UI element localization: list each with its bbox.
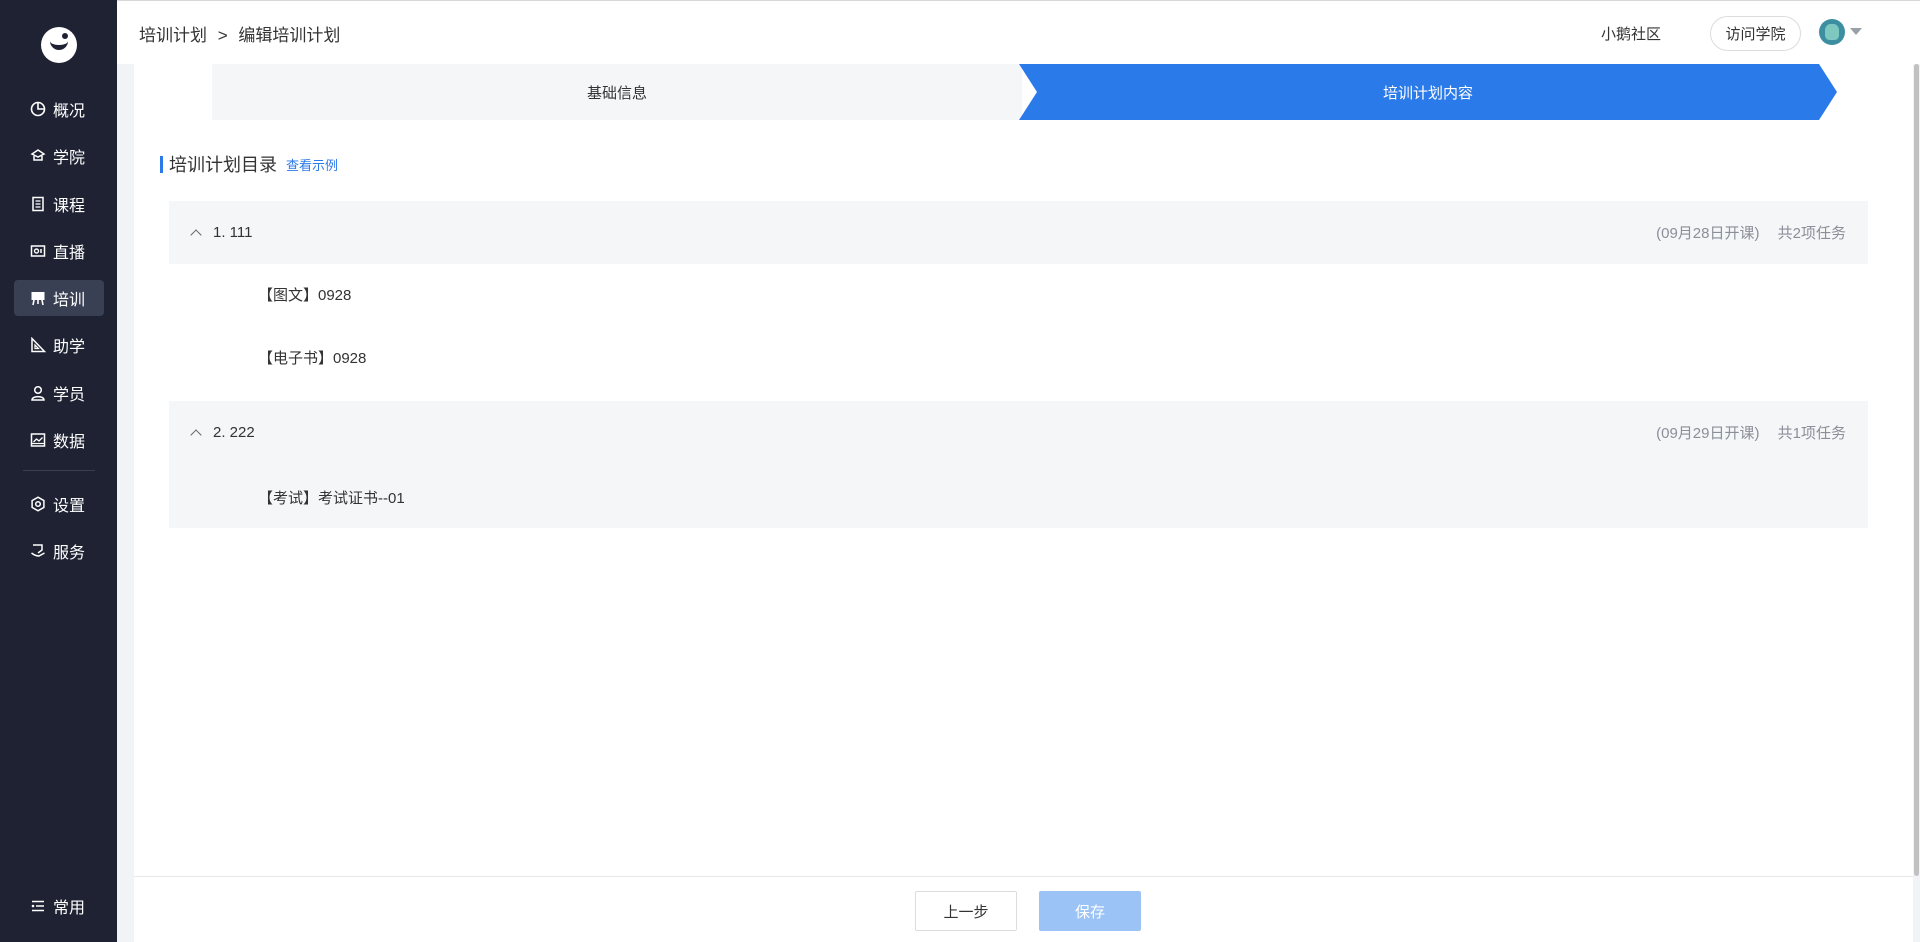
sidebar-item-study-aid[interactable]: 助学 (14, 327, 104, 363)
sidebar: 概况 学院 课程 直播 培训 助学 学员 数据 设置 服务 常用 (0, 0, 117, 942)
chapter-task-count: 共1项任务 (1777, 425, 1846, 442)
main-panel: 基础信息 培训计划内容 培训计划目录 查看示例 1. 111 (09月28日开课… (134, 64, 1913, 942)
sidebar-item-label: 助学 (53, 339, 86, 356)
sidebar-item-overview[interactable]: 概况 (14, 91, 104, 127)
student-icon (30, 385, 46, 401)
scrollbar-thumb[interactable] (1914, 64, 1919, 876)
avatar[interactable] (1819, 19, 1845, 45)
footer-bar: 上一步 保存 (134, 876, 1913, 942)
chevron-down-icon[interactable] (1850, 28, 1862, 35)
academy-icon (30, 148, 46, 164)
sidebar-item-label: 设置 (53, 498, 86, 515)
sidebar-item-label: 培训 (53, 292, 86, 309)
sidebar-item-live[interactable]: 直播 (14, 233, 104, 269)
sidebar-item-course[interactable]: 课程 (14, 186, 104, 222)
sidebar-item-label: 服务 (53, 545, 86, 562)
sidebar-item-student[interactable]: 学员 (14, 375, 104, 411)
chapter-title: 1. 111 (213, 224, 253, 241)
chapter-tasks: 【考试】考试证书--01 (169, 464, 1868, 528)
community-link[interactable]: 小鹅社区 (1601, 23, 1661, 44)
study-aid-icon (30, 337, 46, 353)
overview-icon (30, 101, 46, 117)
sidebar-item-label: 课程 (53, 198, 86, 215)
breadcrumb: 培训计划 > 编辑培训计划 (139, 21, 340, 46)
list-icon (30, 898, 46, 914)
chapter-start-date: (09月29日开课) (1656, 425, 1760, 442)
data-icon (30, 432, 46, 448)
step-plan-content[interactable]: 培训计划内容 (1019, 64, 1837, 120)
chapter-tasks: 【图文】0928 【电子书】0928 (169, 264, 1868, 401)
step-basic-info[interactable]: 基础信息 (212, 64, 1022, 120)
save-button[interactable]: 保存 (1039, 891, 1141, 931)
chapter-meta: (09月29日开课) 共1项任务 (1656, 422, 1846, 443)
task-item[interactable]: 【图文】0928 (258, 284, 351, 305)
breadcrumb-current: 编辑培训计划 (238, 26, 341, 45)
previous-step-button[interactable]: 上一步 (915, 891, 1017, 931)
section-title: 培训计划目录 查看示例 (160, 154, 338, 175)
chevron-up-icon[interactable] (191, 228, 201, 238)
course-icon (30, 196, 46, 212)
sidebar-item-label: 直播 (53, 245, 86, 262)
chapter-meta: (09月28日开课) 共2项任务 (1656, 222, 1846, 243)
breadcrumb-separator: > (217, 26, 228, 45)
sidebar-item-service[interactable]: 服务 (14, 533, 104, 569)
sidebar-item-settings[interactable]: 设置 (14, 486, 104, 522)
chapter-header[interactable]: 2. 222 (09月29日开课) 共1项任务 (169, 401, 1868, 464)
sidebar-item-label: 学员 (53, 387, 86, 404)
sidebar-item-label: 概况 (53, 103, 86, 120)
chapter-title: 2. 222 (213, 424, 255, 441)
view-example-link[interactable]: 查看示例 (286, 155, 338, 174)
sidebar-item-data[interactable]: 数据 (14, 422, 104, 458)
sidebar-item-training[interactable]: 培训 (14, 280, 104, 316)
sidebar-item-label: 常用 (53, 900, 86, 917)
sidebar-item-common[interactable]: 常用 (14, 888, 104, 924)
chapter-task-count: 共2项任务 (1777, 225, 1846, 242)
steps-bar: 基础信息 培训计划内容 (212, 64, 1837, 120)
section-title-text: 培训计划目录 (169, 155, 277, 175)
settings-icon (30, 496, 46, 512)
task-item[interactable]: 【电子书】0928 (258, 347, 366, 368)
chapter-start-date: (09月28日开课) (1656, 225, 1760, 242)
sidebar-divider (23, 470, 95, 471)
visit-academy-button[interactable]: 访问学院 (1710, 16, 1801, 51)
task-item[interactable]: 【考试】考试证书--01 (258, 487, 405, 508)
chapter-header[interactable]: 1. 111 (09月28日开课) 共2项任务 (169, 201, 1868, 264)
training-icon (30, 290, 46, 306)
sidebar-item-label: 学院 (53, 150, 86, 167)
breadcrumb-parent[interactable]: 培训计划 (139, 26, 207, 45)
live-icon (30, 243, 46, 259)
logo[interactable] (41, 27, 77, 63)
title-accent-bar (160, 155, 163, 173)
sidebar-item-label: 数据 (53, 434, 86, 451)
logo-dot (62, 33, 68, 39)
service-icon (30, 543, 46, 559)
chevron-up-icon[interactable] (191, 428, 201, 438)
header: 培训计划 > 编辑培训计划 小鹅社区 访问学院 (117, 0, 1920, 64)
sidebar-item-academy[interactable]: 学院 (14, 138, 104, 174)
